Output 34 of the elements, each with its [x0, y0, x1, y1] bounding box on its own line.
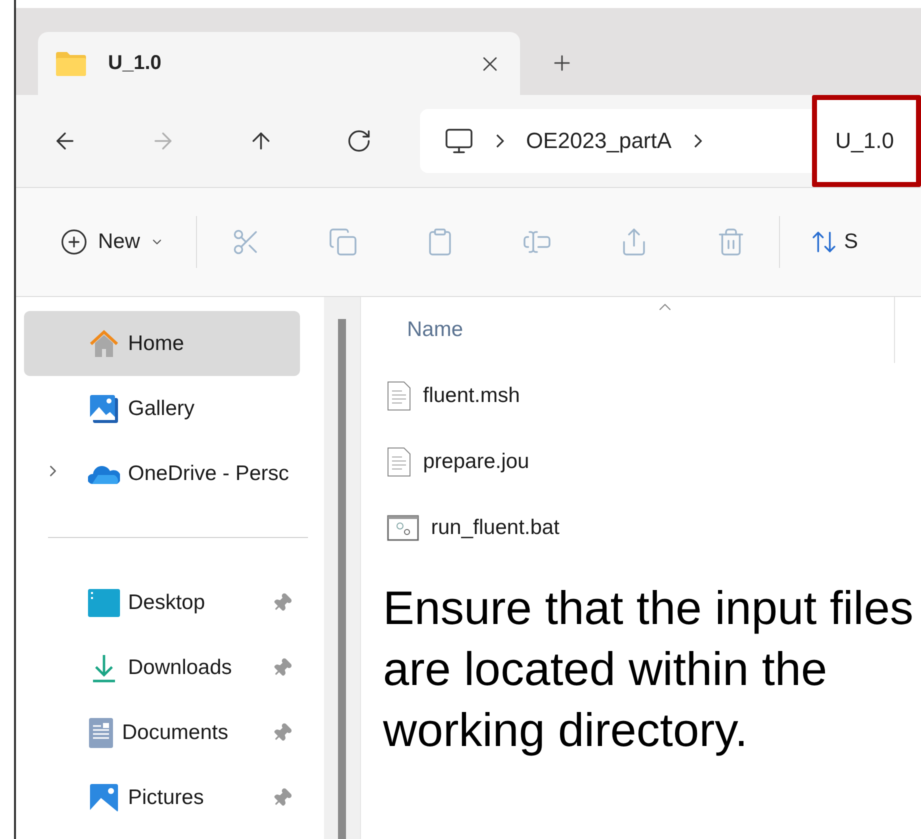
sidebar-item[interactable]: Gallery	[24, 376, 300, 441]
text-file-icon	[387, 447, 411, 477]
file-name[interactable]: prepare.jou	[423, 450, 530, 474]
house-icon	[88, 328, 120, 360]
chevron-icon	[694, 134, 702, 148]
new-button[interactable]: New	[60, 228, 164, 256]
desktop-icon	[88, 588, 120, 616]
column-header[interactable]: Name	[407, 318, 464, 342]
file-name[interactable]: fluent.msh	[423, 384, 520, 408]
batch-file-icon	[387, 515, 419, 541]
refresh-icon	[346, 128, 372, 154]
scrollbar-thumb[interactable]	[338, 319, 346, 839]
document-icon	[88, 716, 114, 748]
copy-icon	[328, 227, 358, 257]
file-name[interactable]: run_fluent.bat	[431, 516, 560, 540]
sidebar-item[interactable]: Downloads	[24, 635, 300, 700]
text-file-icon	[387, 381, 411, 411]
sidebar-item[interactable]: Documents	[24, 700, 300, 765]
sidebar-item[interactable]: Home	[24, 311, 300, 376]
computer-icon	[444, 126, 474, 156]
sort-button[interactable]: S	[810, 228, 858, 256]
breadcrumb[interactable]: U_1.0	[835, 128, 894, 154]
tab[interactable]: U_1.0	[38, 32, 520, 95]
folder-icon	[56, 52, 86, 76]
sidebar-item[interactable]: Pictures	[24, 765, 300, 830]
chevron-icon	[496, 134, 504, 148]
breadcrumb[interactable]: OE2023_partA	[526, 128, 672, 154]
address-bar[interactable]: OE2023_partA	[420, 109, 812, 173]
sidebar-item[interactable]: OneDrive - Persc	[24, 441, 300, 506]
picture-icon	[88, 782, 120, 814]
plus-circle-icon	[60, 228, 88, 256]
sidebar-item[interactable]: Desktop	[24, 570, 300, 635]
annotation-text: Ensure that the input files are located within the working directory.	[383, 580, 914, 758]
gallery-icon	[88, 392, 120, 424]
